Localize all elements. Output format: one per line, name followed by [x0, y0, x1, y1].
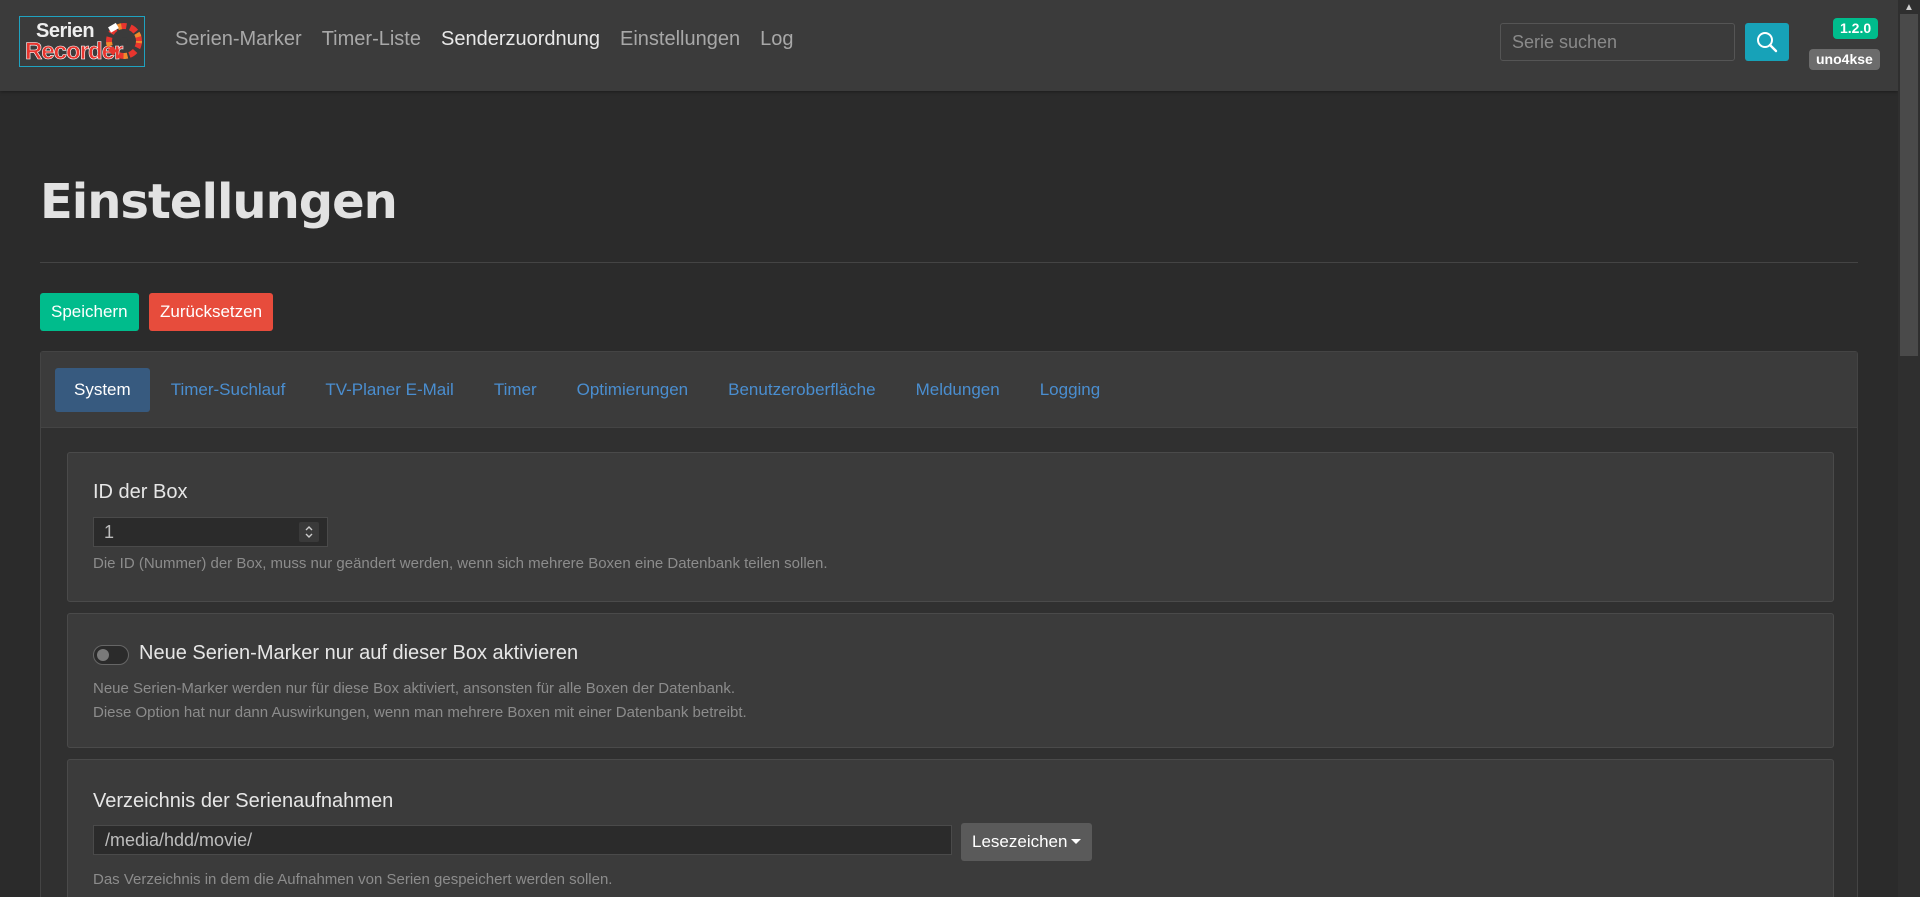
settings-card: System Timer-Suchlauf TV-Planer E-Mail T… [40, 351, 1858, 897]
nav-link-log[interactable]: Log [760, 28, 793, 51]
tab-benutzeroberflaeche[interactable]: Benutzeroberfläche [709, 368, 894, 412]
number-spinner-icon[interactable] [299, 522, 319, 542]
recording-dir-help: Das Verzeichnis in dem die Aufnahmen von… [93, 871, 613, 888]
tab-tv-planer-email[interactable]: TV-Planer E-Mail [306, 368, 472, 412]
caret-down-icon [1071, 839, 1082, 844]
nav-link-timer-liste[interactable]: Timer-Liste [322, 28, 421, 51]
search-icon [1757, 32, 1778, 53]
marker-toggle-help-line2: Diese Option hat nur dann Auswirkungen, … [93, 704, 747, 721]
tab-timer-suchlauf[interactable]: Timer-Suchlauf [152, 368, 305, 412]
setting-recording-directory: Verzeichnis der Serienaufnahmen /media/h… [67, 759, 1834, 897]
settings-tabs-header: System Timer-Suchlauf TV-Planer E-Mail T… [41, 352, 1857, 428]
title-divider [40, 262, 1858, 263]
setting-box-id: ID der Box 1 Die ID (Nummer) der Box, mu… [67, 452, 1834, 602]
scroll-thumb[interactable] [1900, 14, 1918, 356]
page-title: Einstellungen [40, 174, 398, 230]
reset-button[interactable]: Zurücksetzen [149, 293, 274, 331]
bookmark-label: Lesezeichen [972, 832, 1068, 851]
film-reel-icon [106, 22, 142, 59]
scroll-up-arrow-icon[interactable]: ▲ [1898, 0, 1920, 14]
main-nav: Serien-Marker Timer-Liste Senderzuordnun… [175, 28, 813, 51]
version-badge: 1.2.0 [1833, 18, 1879, 39]
toggle-knob [97, 649, 109, 661]
box-name-badge: uno4kse [1809, 49, 1880, 70]
settings-tabs: System Timer-Suchlauf TV-Planer E-Mail T… [55, 368, 1121, 412]
bookmark-dropdown-button[interactable]: Lesezeichen [961, 823, 1093, 861]
tab-system[interactable]: System [55, 368, 150, 412]
box-id-value: 1 [104, 522, 115, 542]
recording-dir-input[interactable]: /media/hdd/movie/ [93, 825, 952, 855]
box-id-label: ID der Box [93, 481, 188, 503]
tab-meldungen[interactable]: Meldungen [897, 368, 1019, 412]
spinner-arrows-icon [305, 526, 313, 538]
recording-dir-value: /media/hdd/movie/ [105, 830, 253, 850]
marker-toggle-help-line1: Neue Serien-Marker werden nur für diese … [93, 680, 736, 697]
tab-timer[interactable]: Timer [475, 368, 556, 412]
setting-marker-only-this-box: Neue Serien-Marker nur auf dieser Box ak… [67, 613, 1834, 748]
search-input[interactable] [1500, 23, 1735, 61]
tab-logging[interactable]: Logging [1021, 368, 1120, 412]
nav-link-einstellungen[interactable]: Einstellungen [620, 28, 740, 51]
nav-link-serien-marker[interactable]: Serien-Marker [175, 28, 302, 51]
save-button[interactable]: Speichern [40, 293, 139, 331]
box-id-help: Die ID (Nummer) der Box, muss nur geände… [93, 555, 828, 572]
marker-only-this-box-toggle[interactable] [93, 645, 129, 665]
top-navbar: Serien Recorder Serien-Marker Timer-List… [0, 0, 1898, 91]
recording-dir-label: Verzeichnis der Serienaufnahmen [93, 790, 394, 812]
nav-link-senderzuordnung[interactable]: Senderzuordnung [441, 28, 600, 51]
marker-toggle-label: Neue Serien-Marker nur auf dieser Box ak… [139, 642, 579, 664]
search-button[interactable] [1745, 23, 1789, 61]
tab-optimierungen[interactable]: Optimierungen [558, 368, 708, 412]
serienrecorder-logo[interactable]: Serien Recorder [19, 16, 145, 67]
page-scrollbar[interactable]: ▲ [1898, 0, 1920, 897]
box-id-number-input[interactable]: 1 [93, 517, 328, 547]
